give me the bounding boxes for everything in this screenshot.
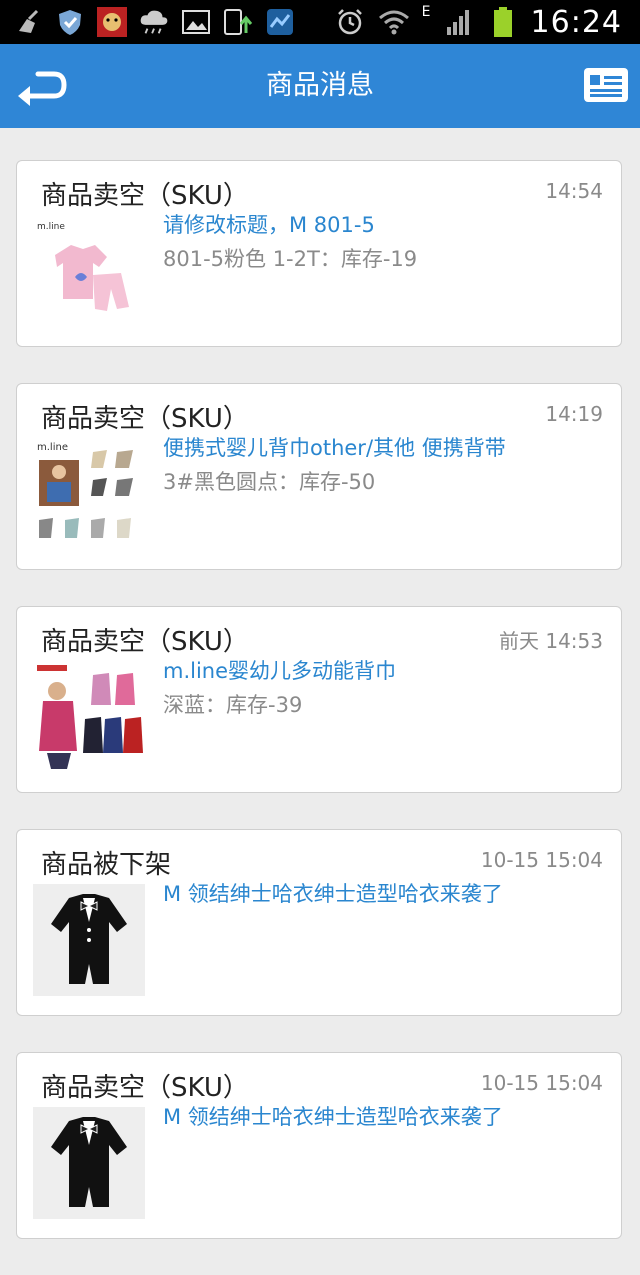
thumb-brand-text: m.line [37,442,68,453]
message-title: 商品卖空（SKU） [41,627,249,657]
product-name-link[interactable]: M 领结绅士哈衣绅士造型哈衣来袭了 [163,878,603,908]
wifi-icon [378,6,410,38]
page-title: 商品消息 [266,70,374,101]
message-time: 10-15 15:04 [480,848,603,872]
message-time: 前天 14:53 [499,629,603,653]
phone-upload-icon [222,6,254,38]
clock: 16:24 [530,4,622,40]
tuxedo-romper-icon [51,1117,127,1207]
sku-stock-detail: 3#黑色圆点：库存-50 [163,470,376,494]
shield-icon [54,6,86,38]
message-card[interactable]: 商品被下架 10-15 15:04 M 领结绅士哈衣绅士造型哈衣来袭了 [16,829,622,1016]
alarm-clock-icon [334,6,366,38]
message-title: 商品卖空（SKU） [41,1073,249,1103]
battery-icon [487,6,519,38]
trend-app-icon [264,6,296,38]
product-thumbnail [33,1107,145,1219]
message-card[interactable]: 商品卖空（SKU） 14:54 m.line 请修改标题，M 801-5 801… [16,160,622,347]
system-status-icons: E 16:24 [334,2,622,42]
message-card[interactable]: 商品卖空（SKU） 10-15 15:04 M 领结绅士哈衣绅士造型哈衣来袭了 [16,1052,622,1239]
product-thumbnail [33,661,145,773]
message-card[interactable]: 商品卖空（SKU） 前天 14:53 m.line婴幼儿多动能背巾 深蓝：库存-… [16,606,622,793]
signal-strength-icon [443,6,475,38]
weather-rain-icon [138,6,170,38]
app-header: 商品消息 [0,44,640,128]
message-time: 10-15 15:04 [480,1071,603,1095]
sku-stock-detail: 801-5粉色 1-2T：库存-19 [163,247,418,271]
message-title: 商品卖空（SKU） [41,404,249,434]
app-avatar-icon [96,6,128,38]
baby-carrier-icon [37,665,143,769]
status-bar: E 16:24 [0,0,640,44]
product-name-link[interactable]: m.line婴幼儿多动能背巾 [163,655,603,685]
product-name-link[interactable]: 请修改标题，M 801-5 [163,209,603,239]
message-title: 商品卖空（SKU） [41,181,249,211]
message-time: 14:54 [545,179,603,203]
message-time: 14:19 [545,402,603,426]
baby-sling-icon: m.line [37,442,133,538]
product-thumbnail: m.line [33,438,145,550]
thumb-brand-text: m.line [37,222,65,232]
product-thumbnail [33,884,145,996]
cleaner-broom-icon [12,6,44,38]
message-title: 商品被下架 [41,850,172,880]
notification-icons [12,4,296,40]
message-card[interactable]: 商品卖空（SKU） 14:19 m.line 便携式婴儿背巾other/其他 便… [16,383,622,570]
product-name-link[interactable]: 便携式婴儿背巾other/其他 便携背带 [163,432,603,462]
tuxedo-romper-icon [51,894,127,984]
pink-baby-outfit-icon: m.line [37,222,129,311]
message-list: 商品卖空（SKU） 14:54 m.line 请修改标题，M 801-5 801… [16,160,624,1275]
product-name-link[interactable]: M 领结绅士哈衣绅士造型哈衣来袭了 [163,1101,603,1131]
list-menu-button[interactable] [584,68,628,102]
network-type-label: E [421,4,431,20]
gallery-image-icon [180,6,212,38]
list-view-icon [584,68,628,102]
product-thumbnail: m.line [33,215,145,327]
sku-stock-detail: 深蓝：库存-39 [163,693,303,717]
